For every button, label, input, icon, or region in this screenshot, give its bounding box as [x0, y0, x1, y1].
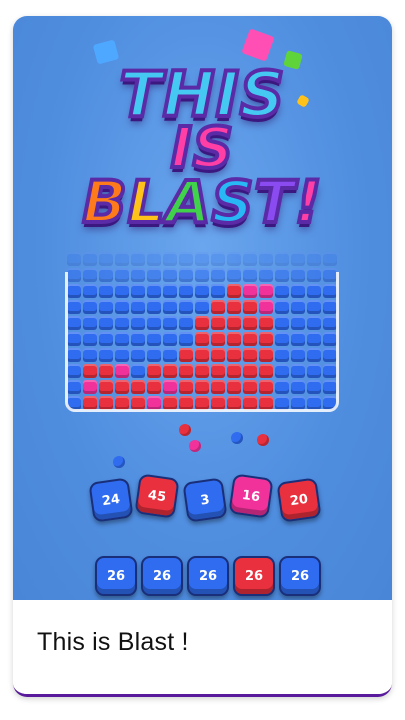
- blue-block: [99, 252, 113, 266]
- shooter-block[interactable]: 24: [88, 477, 134, 523]
- blue-block: [275, 252, 289, 266]
- blue-block: [83, 252, 97, 266]
- logo-letter: S: [210, 166, 256, 238]
- projectile-ball-blue: [231, 432, 243, 444]
- projectile-ball-blue: [113, 456, 125, 468]
- blue-block: [115, 252, 129, 266]
- logo-letter: !: [293, 166, 324, 238]
- projectile-ball-pink: [189, 440, 201, 452]
- shooter-block[interactable]: 20: [276, 477, 322, 523]
- queue-block[interactable]: 26: [95, 556, 137, 596]
- blue-block: [211, 252, 225, 266]
- projectile-ball-red: [257, 434, 269, 446]
- queue-block[interactable]: 26: [279, 556, 321, 596]
- blue-block: [323, 252, 337, 266]
- blue-block: [131, 252, 145, 266]
- shooter-block[interactable]: 3: [182, 477, 228, 523]
- game-artwork[interactable]: THIS IS BLAST! 24 45 3 16 20 26 26 26 26 26: [13, 16, 392, 600]
- blue-block: [259, 252, 273, 266]
- game-card[interactable]: THIS IS BLAST! 24 45 3 16 20 26 26 26 26 26 This…: [13, 16, 392, 697]
- blue-block: [307, 252, 321, 266]
- queue-block[interactable]: 26: [187, 556, 229, 596]
- logo-letter: L: [126, 166, 167, 238]
- blue-block: [195, 252, 209, 266]
- blue-block: [179, 252, 193, 266]
- board-frame: [65, 272, 339, 412]
- game-title: This is Blast !: [37, 628, 189, 656]
- logo-letter: T: [252, 166, 296, 238]
- shooter-block[interactable]: 45: [134, 473, 180, 519]
- decor-cube-pink: [241, 28, 275, 62]
- logo-letter: A: [164, 166, 213, 238]
- blue-block: [291, 252, 305, 266]
- logo-line-blast: BLAST!: [13, 166, 392, 238]
- blue-block: [227, 252, 241, 266]
- queue-block[interactable]: 26: [233, 556, 275, 596]
- queue-block[interactable]: 26: [141, 556, 183, 596]
- blue-block: [67, 252, 81, 266]
- blue-block: [163, 252, 177, 266]
- projectile-ball-red: [179, 424, 191, 436]
- blue-block: [243, 252, 257, 266]
- logo-letter: B: [81, 166, 129, 238]
- card-caption: This is Blast !: [13, 600, 392, 694]
- shooter-block[interactable]: 16: [228, 473, 274, 519]
- blue-block: [147, 252, 161, 266]
